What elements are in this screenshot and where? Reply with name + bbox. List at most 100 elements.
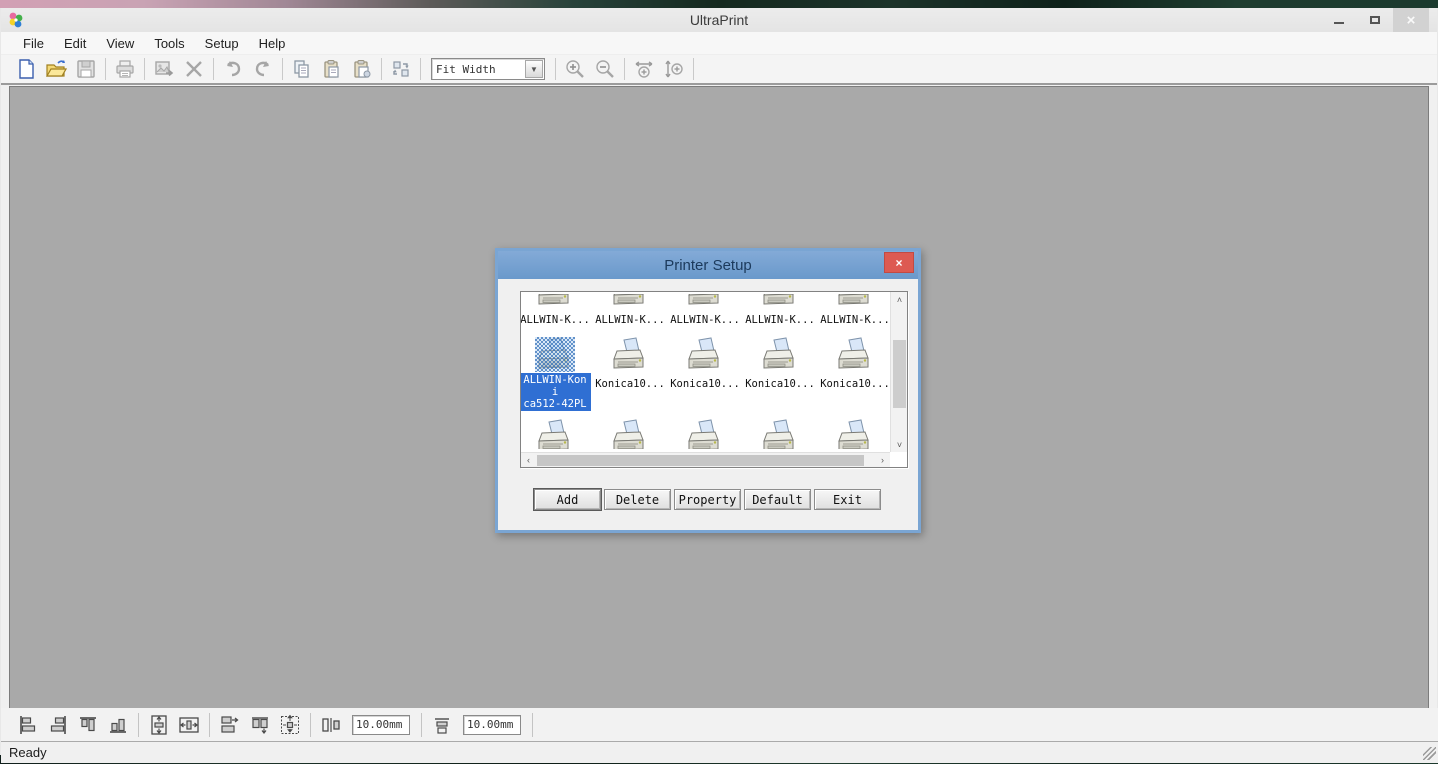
maximize-button[interactable]	[1357, 8, 1393, 32]
align-right-icon[interactable]	[43, 712, 73, 738]
scroll-left-icon[interactable]: ‹	[521, 453, 536, 468]
toolbar-separator	[381, 58, 382, 80]
vertical-spacing-icon[interactable]	[427, 712, 457, 738]
default-button[interactable]: Default	[744, 489, 811, 510]
printer-label: ALLWIN-K...	[520, 314, 590, 326]
menu-edit[interactable]: Edit	[54, 34, 96, 53]
printer-label: ALLWIN-K...	[745, 314, 815, 326]
list-item[interactable]: ALLWIN-K...	[746, 294, 814, 331]
scroll-right-icon[interactable]: ›	[875, 453, 890, 468]
main-toolbar: Fit Width ▼	[1, 55, 1437, 85]
printer-icon	[535, 419, 575, 449]
menu-help[interactable]: Help	[249, 34, 296, 53]
vertical-scrollbar[interactable]: ˄ ˅	[890, 292, 907, 452]
redo-icon[interactable]	[248, 57, 278, 81]
horizontal-spacing-icon[interactable]	[316, 712, 346, 738]
zoom-in-icon[interactable]	[560, 57, 590, 81]
export-icon[interactable]	[149, 57, 179, 81]
status-text: Ready	[9, 745, 47, 760]
printer-icon	[835, 419, 875, 449]
list-item-selected[interactable]: ALLWIN-Konica512-42PL	[521, 337, 589, 411]
exit-button[interactable]: Exit	[814, 489, 881, 510]
undo-icon[interactable]	[218, 57, 248, 81]
horizontal-scroll-thumb[interactable]	[537, 455, 864, 466]
scroll-down-icon[interactable]: ˅	[892, 437, 907, 452]
printer-icon-selected	[535, 337, 575, 372]
dialog-titlebar[interactable]: Printer Setup ×	[498, 251, 918, 279]
window-title: UltraPrint	[1, 12, 1437, 28]
menu-tools[interactable]: Tools	[144, 34, 194, 53]
list-item[interactable]: Konica10...	[746, 337, 814, 411]
delete-button[interactable]: Delete	[604, 489, 671, 510]
add-button[interactable]: Add	[534, 489, 601, 510]
distribute-horizontal-icon[interactable]	[215, 712, 245, 738]
list-item[interactable]	[821, 419, 889, 449]
menu-setup[interactable]: Setup	[195, 34, 249, 53]
save-icon[interactable]	[71, 57, 101, 81]
align-top-icon[interactable]	[73, 712, 103, 738]
dialog-body: ALLWIN-K... ALLWIN-K... ALLWIN-K... ALLW…	[498, 279, 918, 510]
fit-height-icon[interactable]	[659, 57, 689, 81]
menu-view[interactable]: View	[96, 34, 144, 53]
align-bottom-icon[interactable]	[103, 712, 133, 738]
list-item[interactable]	[671, 419, 739, 449]
scroll-up-icon[interactable]: ˄	[892, 292, 907, 307]
fit-width-icon[interactable]	[629, 57, 659, 81]
list-item[interactable]: ALLWIN-K...	[671, 294, 739, 331]
list-item[interactable]: Konica10...	[596, 337, 664, 411]
close-button[interactable]: ×	[1393, 8, 1429, 32]
toolbar-separator	[209, 713, 210, 737]
align-left-icon[interactable]	[13, 712, 43, 738]
menu-file[interactable]: File	[13, 34, 54, 53]
horizontal-scrollbar[interactable]: ‹ ›	[521, 452, 890, 467]
distribute-vertical-icon[interactable]	[245, 712, 275, 738]
printer-label: ALLWIN-K...	[820, 314, 890, 326]
printer-label: Konica10...	[670, 378, 740, 390]
new-icon[interactable]	[11, 57, 41, 81]
list-item[interactable]: ALLWIN-K...	[821, 294, 889, 331]
print-icon[interactable]	[110, 57, 140, 81]
center-horizontal-page-icon[interactable]	[174, 712, 204, 738]
printer-icon	[685, 294, 725, 313]
status-bar: Ready	[1, 741, 1438, 763]
paste-special-icon[interactable]	[347, 57, 377, 81]
list-item[interactable]: ALLWIN-K...	[521, 294, 589, 331]
printer-row-3	[521, 419, 907, 449]
dialog-close-button[interactable]: ×	[884, 252, 914, 273]
list-item[interactable]: ALLWIN-K...	[596, 294, 664, 331]
list-item[interactable]	[596, 419, 664, 449]
toolbar-separator	[555, 58, 556, 80]
printer-label: Konica10...	[595, 378, 665, 390]
app-window: UltraPrint × File Edit View Tools Setup …	[0, 8, 1438, 755]
horizontal-spacing-input[interactable]	[352, 715, 410, 735]
printer-icon	[760, 294, 800, 313]
open-icon[interactable]	[41, 57, 71, 81]
toolbar-separator	[420, 58, 421, 80]
update-icon[interactable]	[386, 57, 416, 81]
list-item[interactable]	[521, 419, 589, 449]
resize-grip[interactable]	[1423, 747, 1436, 760]
paste-icon[interactable]	[317, 57, 347, 81]
vertical-scroll-thumb[interactable]	[893, 340, 906, 408]
toolbar-separator	[213, 58, 214, 80]
list-item[interactable]: Konica10...	[821, 337, 889, 411]
copy-icon[interactable]	[287, 57, 317, 81]
printer-list[interactable]: ALLWIN-K... ALLWIN-K... ALLWIN-K... ALLW…	[520, 291, 908, 468]
property-button[interactable]: Property	[674, 489, 741, 510]
delete-icon[interactable]	[179, 57, 209, 81]
printer-icon	[535, 294, 575, 313]
minimize-button[interactable]	[1321, 8, 1357, 32]
printer-setup-dialog: Printer Setup × ALLWIN-K... ALLWIN-K...	[495, 248, 921, 533]
list-item[interactable]	[746, 419, 814, 449]
center-vertical-page-icon[interactable]	[144, 712, 174, 738]
toolbar-separator	[310, 713, 311, 737]
toolbar-separator	[693, 58, 694, 80]
menu-bar: File Edit View Tools Setup Help	[1, 32, 1437, 55]
list-item[interactable]: Konica10...	[671, 337, 739, 411]
zoom-out-icon[interactable]	[590, 57, 620, 81]
center-both-icon[interactable]	[275, 712, 305, 738]
vertical-spacing-input[interactable]	[463, 715, 521, 735]
combo-dropdown-icon[interactable]: ▼	[525, 60, 543, 78]
zoom-combo[interactable]: Fit Width ▼	[431, 58, 545, 80]
selection-overlay	[535, 337, 575, 372]
